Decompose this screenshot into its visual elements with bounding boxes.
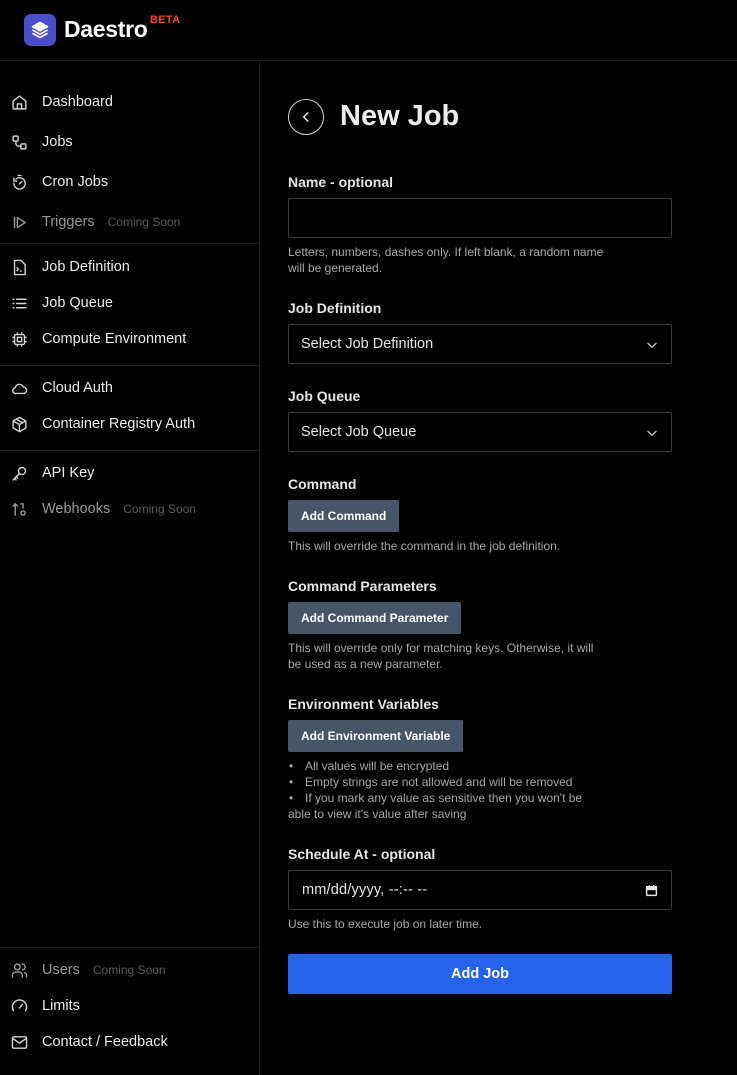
job-definition-select[interactable]: Select Job Definition: [288, 324, 672, 364]
sidebar-item-jobs[interactable]: Jobs: [0, 126, 259, 158]
sidebar-item-label: Users: [42, 962, 80, 978]
sidebar-divider: [0, 243, 259, 244]
sidebar-item-label: Contact / Feedback: [42, 1034, 168, 1050]
gauge-icon: [10, 997, 28, 1015]
job-queue-select[interactable]: Select Job Queue: [288, 412, 672, 452]
sidebar-item-job-queue[interactable]: Job Queue: [0, 287, 259, 319]
command-parameters-label: Command Parameters: [288, 578, 437, 594]
sidebar-item-cron-jobs[interactable]: Cron Jobs: [0, 166, 259, 198]
schedule-at-label: Schedule At - optional: [288, 846, 436, 862]
sidebar-item-label: Jobs: [42, 134, 73, 150]
users-icon: [10, 961, 28, 979]
play-bar-icon: [10, 213, 28, 231]
name-help-text: Letters, numbers, dashes only. If left b…: [288, 245, 604, 275]
sidebar-item-triggers[interactable]: Triggers Coming Soon: [0, 206, 259, 238]
schedule-at-help-text: Use this to execute job on later time.: [288, 917, 483, 931]
sidebar-divider: [0, 450, 259, 451]
list-item: • All values will be encrypted: [289, 759, 450, 773]
calendar-icon[interactable]: [645, 884, 658, 897]
list-item: • Empty strings are not allowed and will …: [289, 775, 573, 789]
timer-icon: [10, 173, 28, 191]
mail-icon: [10, 1033, 28, 1051]
sidebar-item-label: Triggers: [42, 214, 95, 230]
sidebar-item-label: Job Definition: [42, 259, 130, 275]
add-job-button[interactable]: Add Job: [288, 954, 672, 994]
schedule-at-input[interactable]: mm/dd/yyyy, --:-- --: [288, 870, 672, 910]
sidebar-item-label: Cloud Auth: [42, 380, 113, 396]
sidebar-item-users[interactable]: Users Coming Soon: [0, 954, 259, 986]
sidebar-item-limits[interactable]: Limits: [0, 990, 259, 1022]
sidebar-item-label: Limits: [42, 998, 80, 1014]
sidebar-item-cloud-auth[interactable]: Cloud Auth: [0, 372, 259, 404]
sidebar-item-label: Container Registry Auth: [42, 416, 196, 432]
list-item: • If you mark any value as sensitive then…: [288, 791, 583, 821]
environment-variables-notes: • All values will be encrypted • Empty str…: [288, 758, 608, 822]
sidebar-divider: [0, 947, 259, 948]
coming-soon-badge: Coming Soon: [123, 502, 196, 516]
sidebar-item-label: Cron Jobs: [42, 174, 109, 190]
sidebar: Dashboard Jobs Cron Jobs Triggers Coming …: [0, 61, 260, 1075]
add-command-button[interactable]: Add Command: [288, 500, 400, 532]
chevron-down-icon: [647, 342, 657, 349]
sidebar-item-dashboard[interactable]: Dashboard: [0, 86, 259, 118]
coming-soon-badge: Coming Soon: [92, 963, 166, 977]
sidebar-item-label: Dashboard: [42, 94, 113, 110]
home-icon: [10, 93, 28, 111]
cloud-icon: [10, 379, 28, 397]
job-definition-value: Select Job Definition: [301, 336, 434, 352]
sidebar-item-container-registry-auth[interactable]: Container Registry Auth: [0, 408, 259, 440]
name-label: Name - optional: [288, 174, 394, 190]
file-terminal-icon: [10, 258, 28, 276]
key-icon: [10, 464, 28, 482]
webhook-icon: [10, 500, 28, 518]
top-bar: Daestro BETA: [0, 0, 737, 61]
chevron-left-icon: [302, 112, 309, 122]
sidebar-item-compute-environment[interactable]: Compute Environment: [0, 323, 259, 355]
sidebar-item-label: Webhooks: [42, 501, 111, 517]
page-title: New Job: [340, 100, 460, 132]
sidebar-item-api-key[interactable]: API Key: [0, 457, 259, 489]
logo-layers-icon[interactable]: [24, 14, 56, 46]
environment-variables-label: Environment Variables: [288, 696, 439, 712]
box-icon: [10, 415, 28, 433]
beta-badge: BETA: [150, 14, 181, 26]
job-definition-label: Job Definition: [288, 300, 382, 316]
job-queue-value: Select Job Queue: [301, 424, 417, 440]
workflow-icon: [10, 133, 28, 151]
command-parameters-help-text: This will override only for matching key…: [288, 641, 594, 671]
job-queue-label: Job Queue: [288, 388, 361, 404]
brand-name[interactable]: Daestro: [64, 16, 148, 43]
command-help-text: This will override the command in the jo…: [288, 539, 561, 553]
coming-soon-badge: Coming Soon: [107, 215, 181, 229]
add-environment-variable-button[interactable]: Add Environment Variable: [288, 720, 464, 752]
list-icon: [10, 294, 28, 312]
sidebar-divider: [0, 365, 259, 366]
sidebar-item-job-definition[interactable]: Job Definition: [0, 251, 259, 283]
sidebar-item-label: Job Queue: [42, 295, 113, 311]
sidebar-item-webhooks[interactable]: Webhooks Coming Soon: [0, 493, 259, 525]
chevron-down-icon: [647, 430, 657, 437]
cpu-icon: [10, 330, 28, 348]
schedule-at-value: mm/dd/yyyy, --:-- --: [302, 882, 428, 898]
sidebar-item-label: API Key: [42, 465, 95, 481]
add-command-parameter-button[interactable]: Add Command Parameter: [288, 602, 462, 634]
command-label: Command: [288, 476, 357, 492]
sidebar-item-contact-feedback[interactable]: Contact / Feedback: [0, 1026, 259, 1058]
sidebar-item-label: Compute Environment: [42, 331, 187, 347]
name-input[interactable]: [288, 198, 672, 238]
back-button[interactable]: [288, 99, 324, 135]
